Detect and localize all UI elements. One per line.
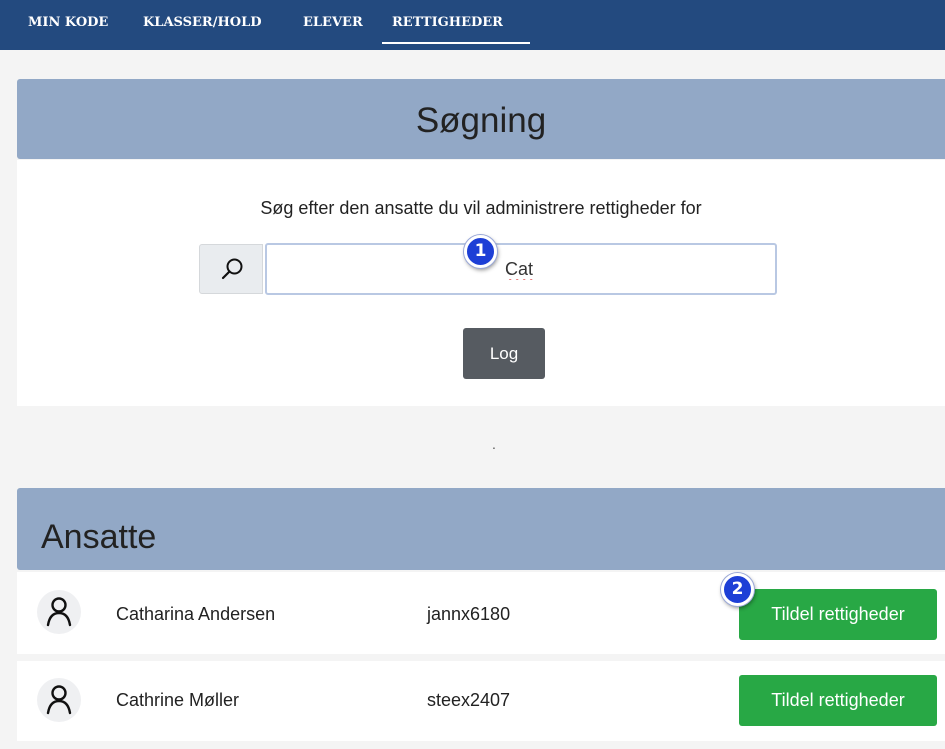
search-title: Søgning	[415, 101, 547, 140]
nav-item-elever[interactable]: ELEVER	[303, 14, 363, 44]
avatar	[37, 590, 81, 634]
user-icon	[46, 597, 72, 627]
employee-row: Cathrine Møller steex2407 Tildel rettigh…	[17, 661, 945, 741]
search-icon	[221, 258, 243, 280]
search-instruction: Søg efter den ansatte du vil administrer…	[260, 198, 702, 218]
nav-item-rettigheder[interactable]: RETTIGHEDER	[382, 14, 530, 44]
top-navbar: MIN KODE KLASSER/HOLD ELEVER RETTIGHEDER	[0, 0, 945, 50]
employee-row: Catharina Andersen jannx6180 Tildel rett…	[17, 572, 945, 654]
grant-permissions-button[interactable]: Tildel rettigheder	[739, 589, 937, 640]
separator-dot: .	[492, 436, 496, 452]
user-icon	[46, 685, 72, 715]
nav-item-klasser-hold[interactable]: KLASSER/HOLD	[143, 14, 262, 44]
employee-name: Catharina Andersen	[116, 604, 276, 624]
nav-item-min-kode[interactable]: MIN KODE	[28, 14, 108, 44]
grant-permissions-button[interactable]: Tildel rettigheder	[739, 675, 937, 726]
log-button[interactable]: Log	[463, 328, 545, 379]
annotation-badge-1: 1	[464, 235, 497, 268]
search-input[interactable]	[265, 243, 777, 295]
employees-section-header: Ansatte	[17, 488, 945, 570]
employee-username: steex2407	[427, 690, 511, 710]
row-divider	[17, 654, 945, 661]
search-panel: Søg efter den ansatte du vil administrer…	[17, 160, 945, 406]
search-section-header: Søgning	[17, 79, 945, 159]
avatar	[37, 678, 81, 722]
employees-title: Ansatte	[41, 518, 157, 556]
search-addon	[199, 244, 263, 294]
employee-username: jannx6180	[427, 604, 511, 624]
annotation-badge-2: 2	[721, 573, 754, 606]
employee-name: Cathrine Møller	[116, 690, 240, 710]
